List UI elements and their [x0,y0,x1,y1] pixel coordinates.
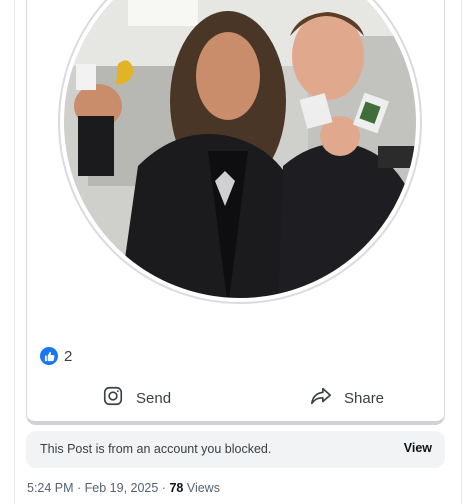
share-label: Share [344,389,385,407]
post-metadata: 5:24 PM · Feb 19, 2025 · 78 Views [27,481,220,495]
blocked-notice-text: This Post is from an account you blocked… [40,442,272,456]
thumbs-up-icon [40,347,58,365]
reaction-count: 2 [64,347,73,365]
views-label: Views [183,481,220,495]
reaction-summary[interactable]: 2 [40,346,72,366]
blocked-account-notice: This Post is from an account you blocked… [26,431,445,468]
share-icon [310,385,332,411]
post-timestamp[interactable]: 5:24 PM · Feb 19, 2025 · [27,481,169,495]
send-label: Send [136,389,172,407]
view-button[interactable]: View [404,441,432,455]
profile-photo[interactable] [58,0,422,308]
views-count: 78 [169,481,184,495]
send-button[interactable]: Send [102,384,171,412]
instagram-icon [102,385,124,411]
share-button[interactable]: Share [310,384,384,412]
